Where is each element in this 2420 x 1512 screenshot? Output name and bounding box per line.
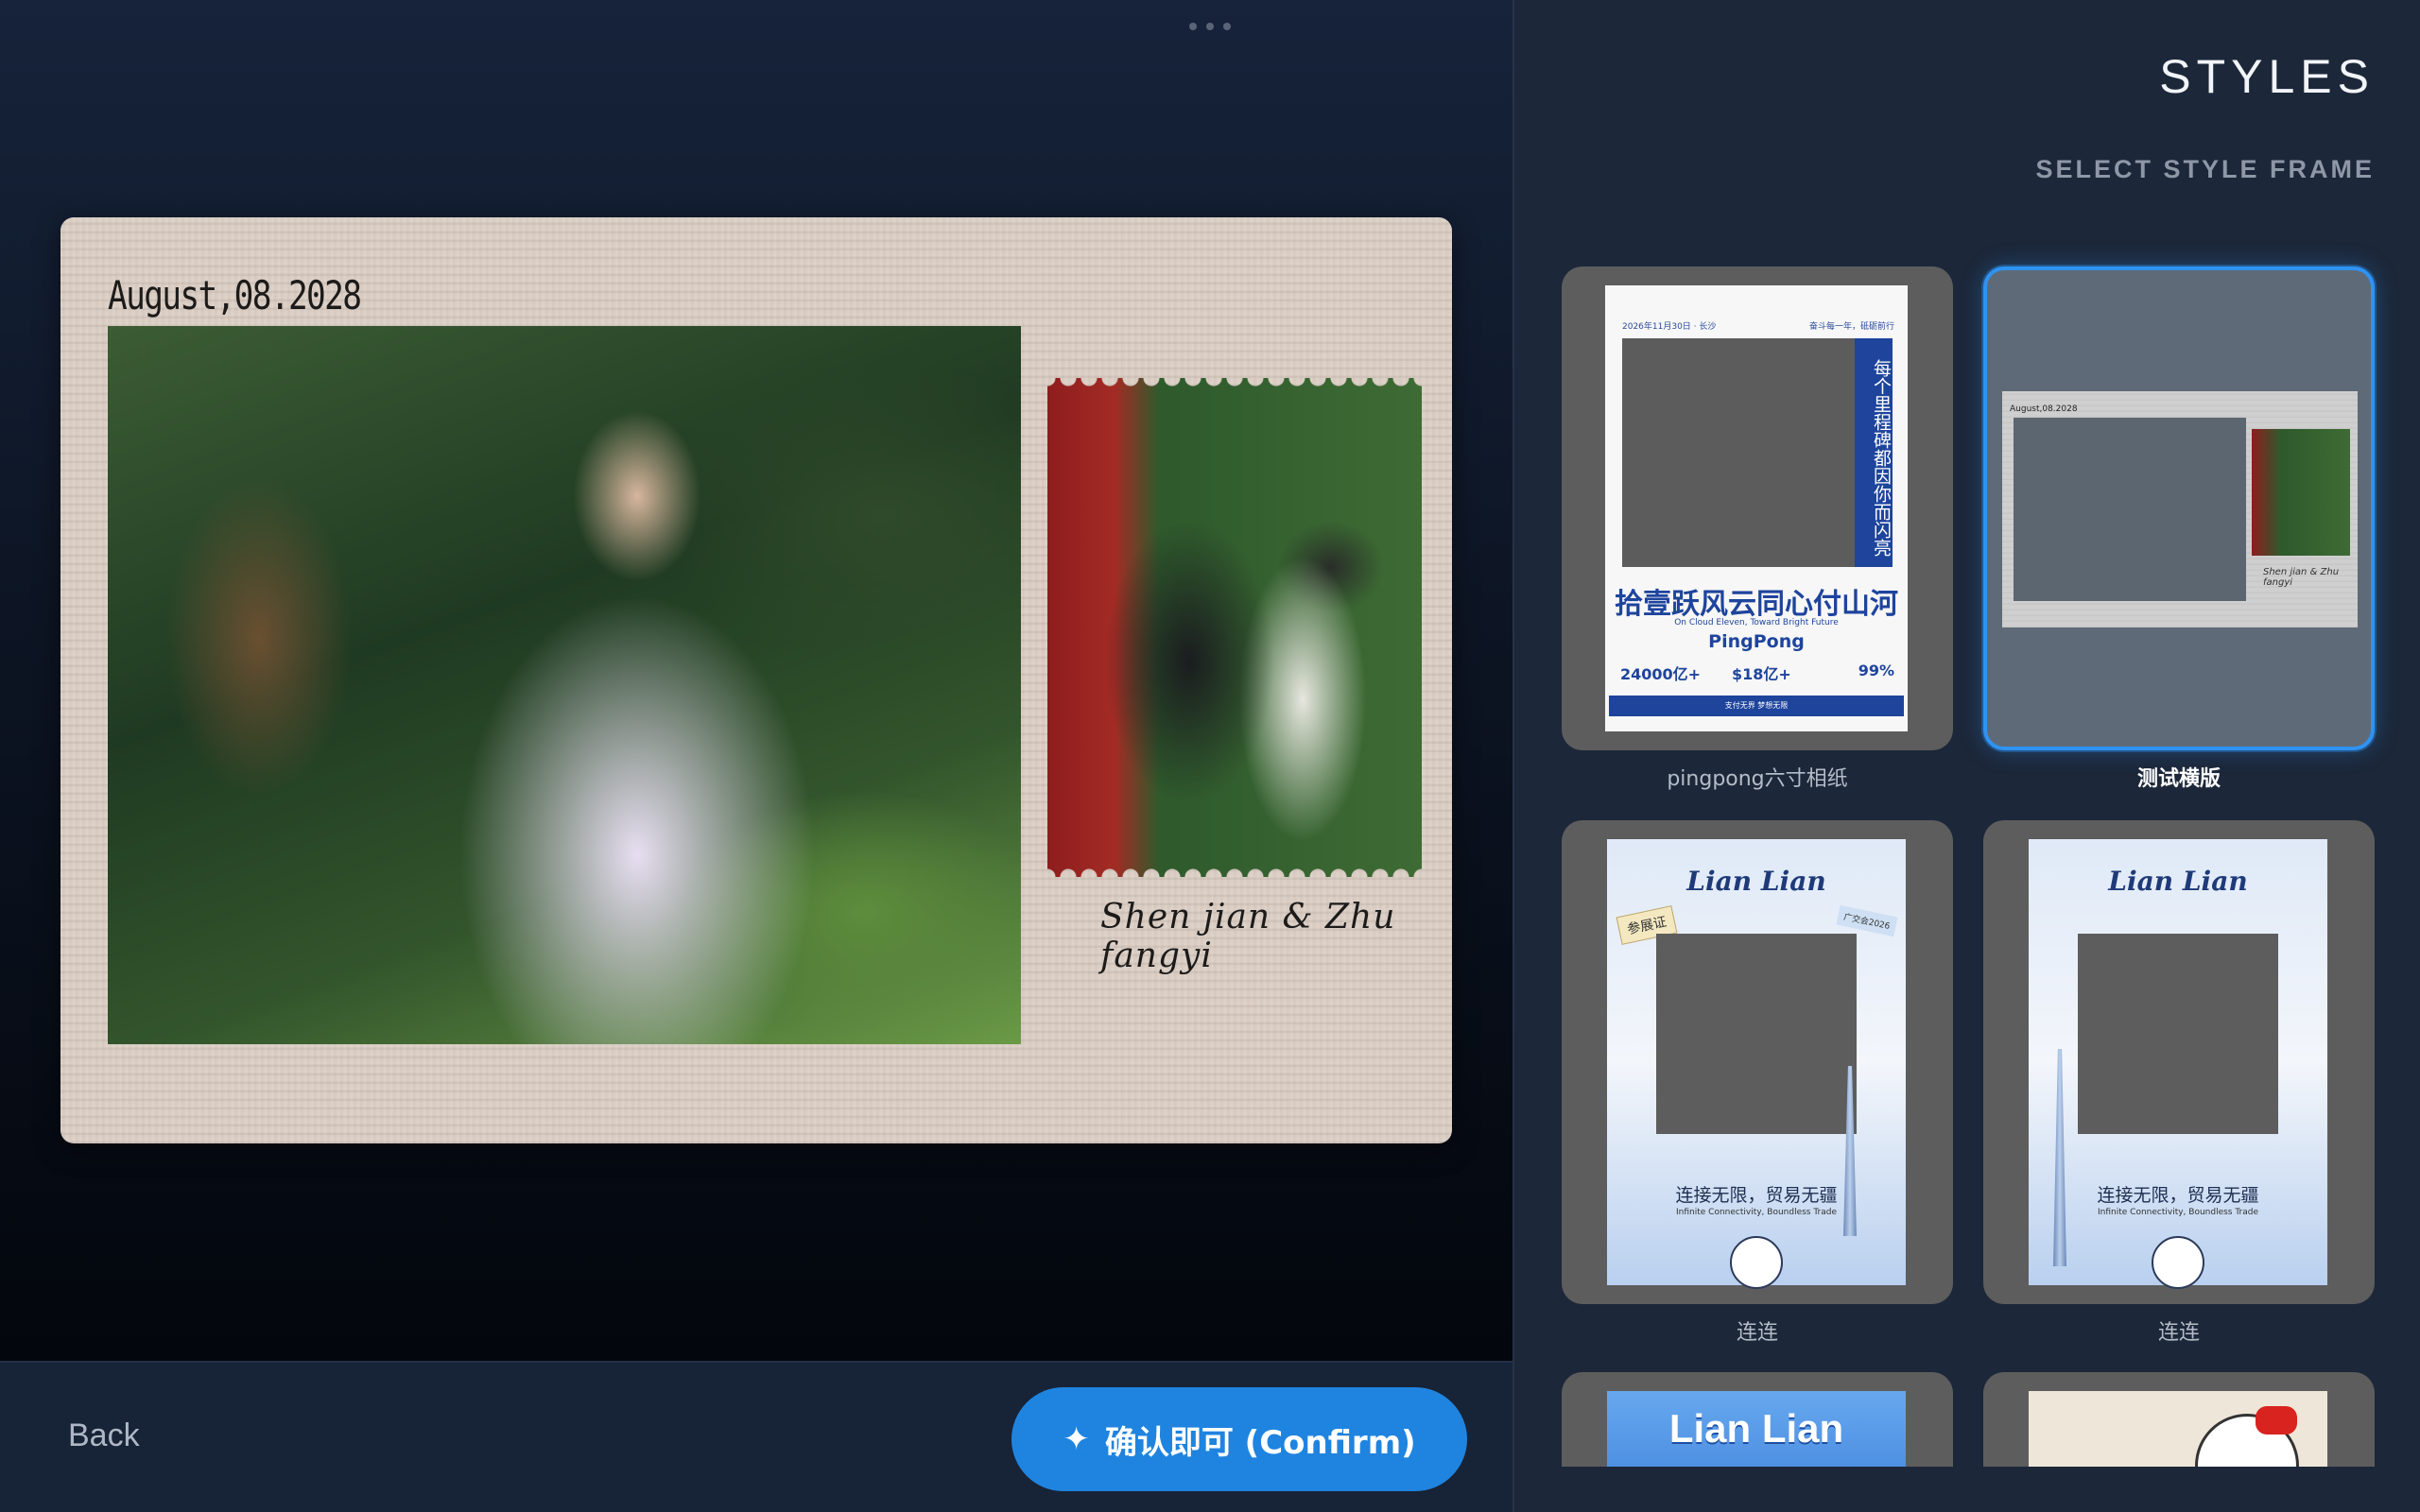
drag-handle[interactable] [1189,23,1231,32]
style-label: pingpong六寸相纸 [1667,767,1848,791]
card-date: August,08.2028 [108,272,362,318]
thumb-qr-circle [1730,1236,1783,1289]
style-tile-lianlian-sky[interactable]: Lian Lian 连接无限，贸易无疆 Infinite Connectivit… [1983,820,2375,1304]
thumb-tag: 广交会2026 [1836,904,1898,937]
thumb-footer: 支付无界 梦想无限 [1609,696,1904,716]
style-thumbnail: Lian Lian 参展证 广交会2026 连接无限，贸易无疆 Infinite… [1607,839,1906,1289]
style-label: 连连 [1736,1321,1778,1345]
preview-pane: August,08.2028 Shen jian & Zhu fangyi [0,0,1512,1361]
thumb-qr-circle [2152,1236,2204,1289]
confirm-button[interactable]: ✦ 确认即可 (Confirm) [1011,1387,1467,1491]
thumb-stat: 99% [1858,662,1894,679]
thumb-title: Lian Lian [1686,866,1826,897]
thumb-photo-slot [1622,338,1855,567]
confirm-label: 确认即可 (Confirm) [1104,1423,1416,1462]
thumb-stat: 24000亿+ [1620,665,1702,683]
thumb-stat: $18亿+ [1732,665,1791,683]
card-signature: Shen jian & Zhu fangyi [1100,898,1396,975]
panel-subtitle: SELECT STYLE FRAME [2035,155,2375,183]
thumb-header-right: 奋斗每一年，砥砺前行 [1808,322,1894,332]
style-tile-lianlian-badge[interactable]: Lian Lian 参展证 广交会2026 连接无限，贸易无疆 Infinite… [1562,820,1953,1304]
thumb-header-left: 2026年11月30日 · 长沙 [1622,322,1717,332]
thumb-slogan: 连接无限，贸易无疆 [1675,1185,1838,1206]
style-thumbnail: August,08.2028 Shen jian & Zhu fangyi [2002,391,2358,627]
postcard-preview: August,08.2028 Shen jian & Zhu fangyi [60,217,1452,1143]
bow-icon [2256,1406,2297,1435]
sparkle-icon: ✦ [1063,1420,1090,1458]
thumb-subtitle: Infinite Connectivity, Boundless Trade [2098,1208,2258,1217]
thumb-stamp [2252,429,2350,556]
back-button[interactable]: Back [68,1418,140,1454]
style-tile-pingpong[interactable]: 2026年11月30日 · 长沙 奋斗每一年，砥砺前行 每个里程碑都因你而闪亮 … [1562,266,1953,750]
thumb-photo-slot [2078,934,2278,1134]
thumb-title: Lian Lian [2108,866,2248,897]
action-bar: Back ✦ 确认即可 (Confirm) [0,1361,1512,1512]
main-photo[interactable] [108,326,1021,1044]
styles-panel: STYLES SELECT STYLE FRAME 2026年11月30日 · … [1512,0,2420,1512]
style-tile-test-landscape[interactable]: August,08.2028 Shen jian & Zhu fangyi [1983,266,2375,750]
thumb-signature: Shen jian & Zhu fangyi [2263,567,2340,588]
thumb-photo-slot [2014,418,2246,601]
style-thumbnail: Lian Lian 连接无限，贸易无疆 Infinite Connectivit… [2029,839,2327,1289]
thumb-date: August,08.2028 [2010,404,2078,414]
tower-icon [2053,1049,2066,1266]
thumb-subtitle: On Cloud Eleven, Toward Bright Future [1674,618,1839,627]
thumb-vertical-text: 每个里程碑都因你而闪亮 [1855,338,1893,567]
thumb-title: Lian Lian [1668,1406,1844,1451]
thumb-subtitle: Infinite Connectivity, Boundless Trade [1676,1208,1837,1217]
thumb-slogan: 连接无限，贸易无疆 [2097,1185,2259,1206]
style-label-selected: 测试横版 [2136,767,2221,791]
thumb-photo-slot [1656,934,1857,1134]
style-thumbnail: 2026年11月30日 · 长沙 奋斗每一年，砥砺前行 每个里程碑都因你而闪亮 … [1605,285,1908,731]
scroll-fade [1514,1467,2420,1512]
thumb-brand: PingPong [1708,631,1805,652]
panel-title: STYLES [2159,50,2375,103]
stamp-photo[interactable] [1047,378,1422,877]
thumb-slogan: 拾壹跃风云同心付山河 [1615,588,1898,621]
style-label: 连连 [2157,1321,2200,1345]
